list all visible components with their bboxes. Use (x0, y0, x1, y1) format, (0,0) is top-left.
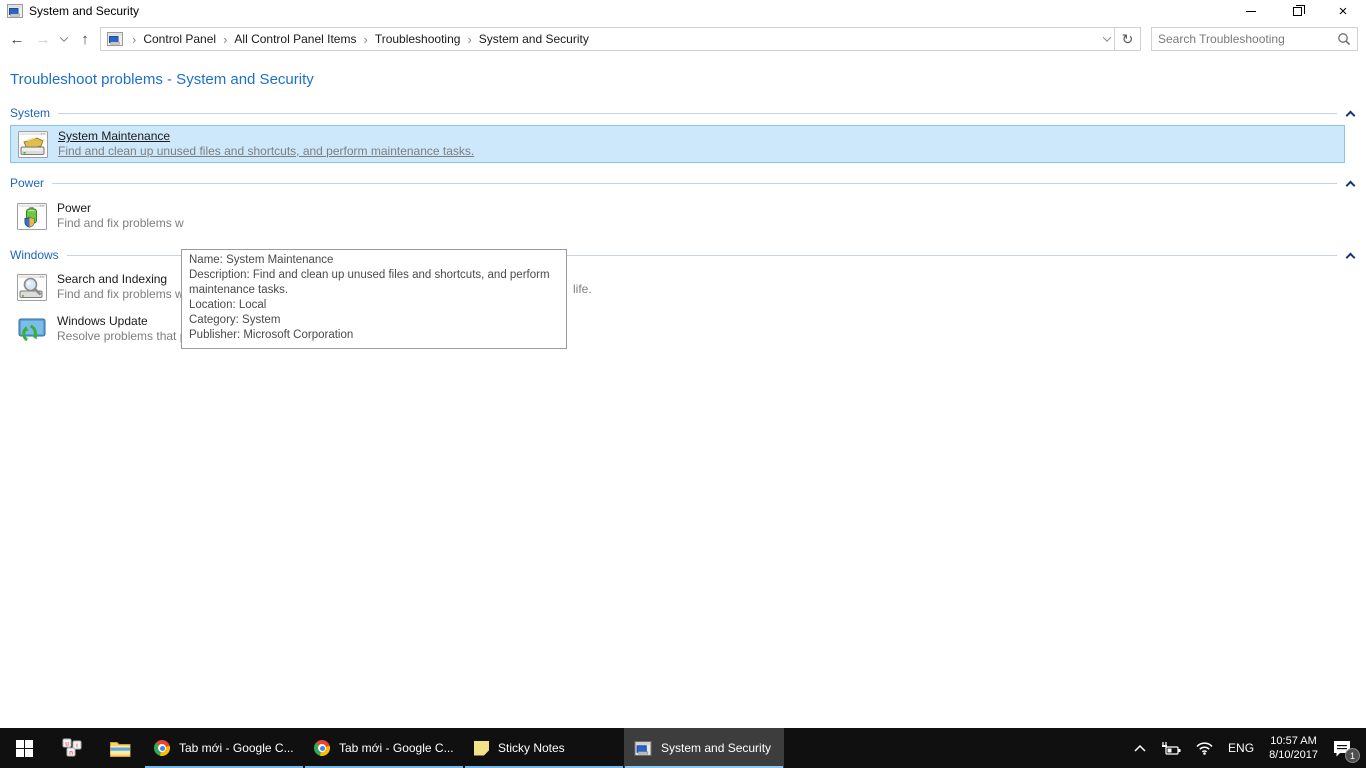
chrome-icon (314, 740, 330, 756)
section-label: Windows (10, 248, 59, 262)
power-icon (16, 203, 48, 230)
taskbar: u i n Tab mới - Google C... Tab mới - Go… (0, 728, 1366, 768)
breadcrumb-separator: › (132, 32, 136, 47)
breadcrumb-system-and-security[interactable]: System and Security (479, 32, 589, 46)
section-divider (58, 113, 1337, 114)
control-panel-icon (107, 32, 123, 46)
breadcrumb-separator: › (363, 32, 367, 47)
breadcrumb-separator: › (467, 32, 471, 47)
recent-pages-button[interactable] (56, 26, 72, 52)
taskbar-task-chrome-1[interactable]: Tab mới - Google C... (144, 728, 304, 768)
address-dropdown-icon[interactable] (1103, 33, 1111, 41)
start-button[interactable] (0, 728, 48, 768)
svg-text:n: n (69, 750, 73, 757)
breadcrumb-separator: › (223, 32, 227, 47)
tooltip-category: Category: System (189, 313, 559, 328)
collapse-chevron-icon[interactable] (1346, 180, 1356, 190)
search-input[interactable] (1158, 32, 1337, 46)
title-bar: System and Security × (0, 0, 1366, 22)
restore-button[interactable] (1274, 0, 1320, 22)
tray-time: 10:57 AM (1269, 734, 1318, 748)
section-label: Power (10, 176, 44, 190)
tooltip-location: Location: Local (189, 298, 559, 313)
sticky-notes-icon (474, 741, 489, 756)
windows-logo-icon (16, 740, 33, 757)
file-explorer-icon (110, 740, 131, 757)
power-description[interactable]: Find and fix problems w (57, 216, 184, 231)
address-bar[interactable]: › Control Panel › All Control Panel Item… (100, 27, 1115, 51)
system-maintenance-link[interactable]: System Maintenance (58, 129, 474, 144)
system-maintenance-description[interactable]: Find and clean up unused files and short… (58, 144, 474, 159)
item-text: System Maintenance Find and clean up unu… (58, 129, 474, 159)
main-content: Troubleshoot problems - System and Secur… (0, 71, 1366, 743)
task-label: Tab mới - Google C... (339, 741, 454, 755)
tray-date: 8/10/2017 (1269, 748, 1318, 762)
chrome-icon (154, 740, 170, 756)
power-battery-tray-button[interactable] (1157, 737, 1185, 759)
section-header-power: Power (10, 176, 1358, 190)
windows-update-icon (16, 316, 48, 343)
taskbar-task-sticky-notes[interactable]: Sticky Notes (464, 728, 624, 768)
section-divider (52, 183, 1337, 184)
action-center-button[interactable]: 1 (1329, 735, 1360, 761)
forward-button[interactable]: → (30, 26, 56, 52)
collapse-chevron-icon[interactable] (1346, 252, 1356, 262)
collapse-chevron-icon[interactable] (1346, 110, 1356, 120)
taskbar-task-chrome-2[interactable]: Tab mới - Google C... (304, 728, 464, 768)
search-and-indexing-icon (16, 274, 48, 301)
tooltip-publisher: Publisher: Microsoft Corporation (189, 328, 559, 343)
system-tray: ENG 10:57 AM 8/10/2017 1 (1130, 728, 1366, 768)
task-label: System and Security (661, 741, 771, 755)
tooltip-system-maintenance: Name: System Maintenance Description: Fi… (181, 249, 567, 349)
up-button[interactable]: ↑ (72, 26, 98, 52)
network-tray-button[interactable] (1192, 737, 1217, 759)
close-button[interactable]: × (1320, 0, 1366, 22)
notification-badge: 1 (1345, 748, 1360, 763)
search-icon[interactable] (1337, 32, 1351, 46)
item-text: Power Find and fix problems w (57, 201, 184, 231)
troubleshooter-power[interactable]: Power Find and fix problems w (10, 198, 1345, 234)
wifi-icon (1195, 741, 1214, 755)
unikey-button[interactable]: u i n (48, 728, 96, 768)
minimize-icon (1246, 11, 1256, 12)
breadcrumb-control-panel[interactable]: Control Panel (143, 32, 216, 46)
section-header-system: System (10, 106, 1358, 120)
show-hidden-icons-button[interactable] (1130, 739, 1150, 757)
power-description-tail: life. (573, 282, 592, 296)
chevron-down-icon (60, 33, 68, 41)
task-label: Tab mới - Google C... (179, 741, 294, 755)
svg-text:i: i (76, 743, 77, 750)
system-maintenance-icon (17, 131, 49, 158)
window-title: System and Security (29, 4, 139, 18)
input-language-button[interactable]: ENG (1224, 741, 1258, 755)
close-icon: × (1339, 4, 1348, 19)
battery-plug-icon (1160, 741, 1182, 755)
control-panel-icon (634, 741, 652, 756)
back-button[interactable]: ← (4, 26, 30, 52)
file-explorer-button[interactable] (96, 728, 144, 768)
refresh-button[interactable]: ↻ (1115, 27, 1141, 51)
breadcrumb-all-control-panel-items[interactable]: All Control Panel Items (234, 32, 356, 46)
troubleshooter-system-maintenance[interactable]: System Maintenance Find and clean up unu… (10, 125, 1345, 163)
svg-text:u: u (65, 741, 69, 748)
search-box[interactable] (1151, 27, 1358, 51)
clock[interactable]: 10:57 AM 8/10/2017 (1265, 734, 1322, 762)
taskbar-task-system-and-security[interactable]: System and Security (624, 728, 784, 768)
control-panel-icon (7, 4, 23, 18)
chevron-up-icon (1133, 743, 1147, 753)
restore-icon (1293, 7, 1302, 16)
task-label: Sticky Notes (498, 741, 565, 755)
section-label: System (10, 106, 50, 120)
tooltip-name: Name: System Maintenance (189, 253, 559, 268)
breadcrumb-troubleshooting[interactable]: Troubleshooting (375, 32, 461, 46)
unikey-icon: u i n (61, 738, 83, 758)
navigation-bar: ← → ↑ › Control Panel › All Control Pane… (0, 22, 1366, 56)
tooltip-description: Description: Find and clean up unused fi… (189, 268, 559, 298)
minimize-button[interactable] (1228, 0, 1274, 22)
power-link[interactable]: Power (57, 201, 184, 216)
page-title: Troubleshoot problems - System and Secur… (10, 71, 1366, 88)
